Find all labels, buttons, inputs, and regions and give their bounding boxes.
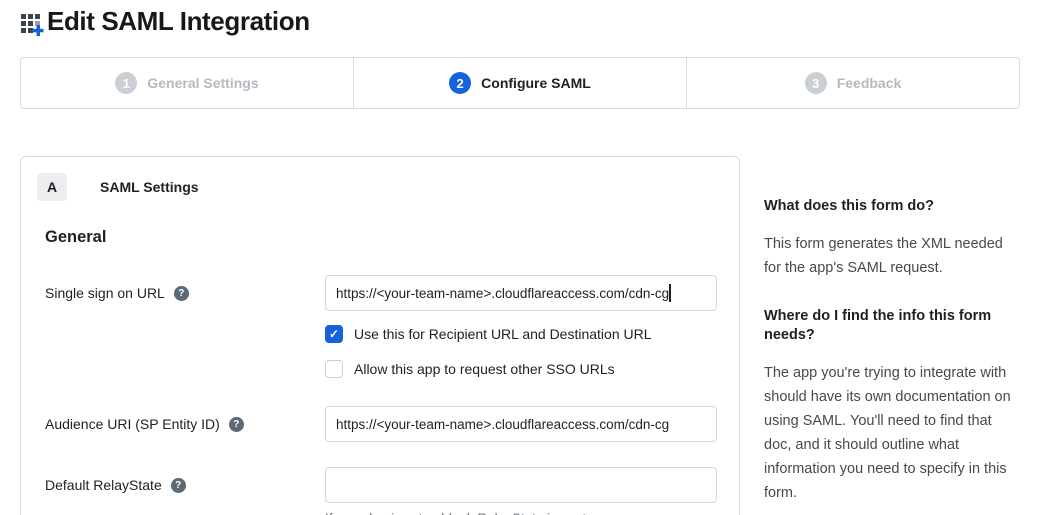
saml-settings-panel: A SAML Settings General Single sign on U… bbox=[20, 156, 740, 515]
checkbox-label: Use this for Recipient URL and Destinati… bbox=[354, 326, 652, 342]
panel-title: SAML Settings bbox=[100, 179, 199, 195]
sidebar-body-what: This form generates the XML needed for t… bbox=[764, 232, 1016, 280]
field-row-audience-uri: Audience URI (SP Entity ID) ? https://<y… bbox=[21, 406, 739, 442]
field-control-group: If no value is set, a blank RelayState i… bbox=[325, 467, 717, 515]
help-icon[interactable]: ? bbox=[171, 478, 186, 493]
checkbox-checked-icon[interactable]: ✓ bbox=[325, 325, 343, 343]
text-cursor bbox=[669, 284, 671, 302]
audience-uri-label: Audience URI (SP Entity ID) bbox=[45, 416, 220, 432]
default-relaystate-label: Default RelayState bbox=[45, 477, 162, 493]
section-a-badge: A bbox=[37, 173, 67, 201]
step-general-settings[interactable]: 1 General Settings bbox=[21, 58, 354, 108]
field-row-single-sign-on-url: Single sign on URL ? https://<your-team-… bbox=[21, 275, 739, 378]
relaystate-helper-text: If no value is set, a blank RelayState i… bbox=[325, 511, 717, 515]
field-label-group: Audience URI (SP Entity ID) ? bbox=[45, 406, 325, 442]
help-icon[interactable]: ? bbox=[229, 417, 244, 432]
step-number-badge: 2 bbox=[449, 72, 471, 94]
step-number-badge: 3 bbox=[805, 72, 827, 94]
field-row-default-relaystate: Default RelayState ? If no value is set,… bbox=[21, 467, 739, 515]
sidebar-heading-where: Where do I find the info this form needs… bbox=[764, 307, 1016, 345]
step-label: Feedback bbox=[837, 75, 902, 91]
page-title: Edit SAML Integration bbox=[47, 6, 310, 37]
single-sign-on-url-label: Single sign on URL bbox=[45, 285, 165, 301]
page-header: Edit SAML Integration bbox=[20, 6, 310, 37]
input-value: https://<your-team-name>.cloudflareacces… bbox=[336, 286, 669, 301]
step-number-badge: 1 bbox=[115, 72, 137, 94]
checkbox-unchecked-icon[interactable] bbox=[325, 360, 343, 378]
step-label: Configure SAML bbox=[481, 75, 591, 91]
step-feedback[interactable]: 3 Feedback bbox=[687, 58, 1019, 108]
help-icon[interactable]: ? bbox=[174, 286, 189, 301]
audience-uri-input[interactable]: https://<your-team-name>.cloudflareacces… bbox=[325, 406, 717, 442]
general-section-heading: General bbox=[45, 228, 739, 247]
other-sso-urls-checkbox-row[interactable]: Allow this app to request other SSO URLs bbox=[325, 360, 717, 378]
step-label: General Settings bbox=[147, 75, 258, 91]
input-value: https://<your-team-name>.cloudflareacces… bbox=[336, 417, 669, 432]
field-label-group: Default RelayState ? bbox=[45, 467, 325, 515]
single-sign-on-url-input[interactable]: https://<your-team-name>.cloudflareacces… bbox=[325, 275, 717, 311]
recipient-destination-checkbox-row[interactable]: ✓ Use this for Recipient URL and Destina… bbox=[325, 325, 717, 343]
checkbox-label: Allow this app to request other SSO URLs bbox=[354, 361, 615, 377]
sidebar-body-where: The app you're trying to integrate with … bbox=[764, 361, 1016, 505]
field-control-group: https://<your-team-name>.cloudflareacces… bbox=[325, 275, 717, 378]
help-sidebar: What does this form do? This form genera… bbox=[764, 197, 1016, 515]
default-relaystate-input[interactable] bbox=[325, 467, 717, 503]
field-control-group: https://<your-team-name>.cloudflareacces… bbox=[325, 406, 717, 442]
step-configure-saml[interactable]: 2 Configure SAML bbox=[354, 58, 687, 108]
field-label-group: Single sign on URL ? bbox=[45, 275, 325, 378]
step-wizard: 1 General Settings 2 Configure SAML 3 Fe… bbox=[20, 57, 1020, 109]
app-grid-plus-icon bbox=[20, 10, 44, 38]
panel-header: A SAML Settings bbox=[21, 157, 739, 201]
sidebar-heading-what: What does this form do? bbox=[764, 197, 1016, 216]
